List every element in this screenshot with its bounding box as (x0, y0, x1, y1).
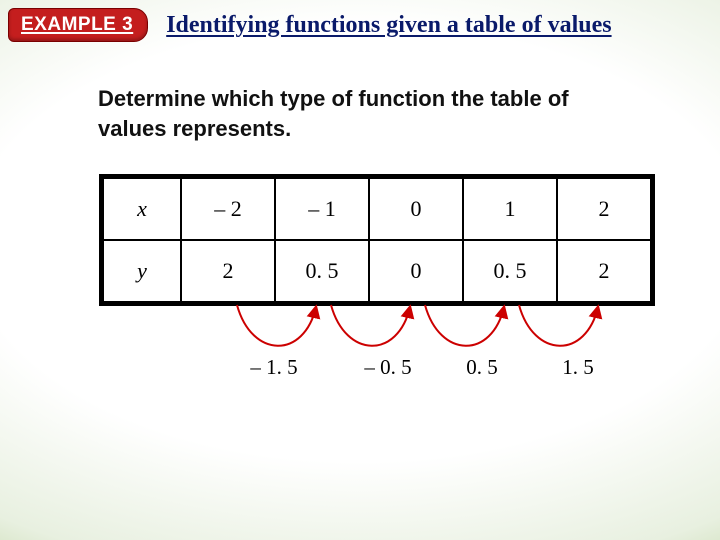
diff-value: – 0. 5 (364, 355, 411, 380)
table-row: y 2 0. 5 0 0. 5 2 (103, 240, 651, 302)
header: EXAMPLE 3 Identifying functions given a … (0, 0, 720, 48)
cell: 0 (369, 240, 463, 302)
cell: – 1 (275, 178, 369, 240)
table-wrap: x – 2 – 1 0 1 2 y 2 0. 5 0 0. 5 2 (102, 177, 650, 303)
row-label-y: y (103, 240, 181, 302)
diff-value: 0. 5 (466, 355, 498, 380)
diff-value: 1. 5 (562, 355, 594, 380)
cell: 0. 5 (275, 240, 369, 302)
cell: 2 (181, 240, 275, 302)
page-title: Identifying functions given a table of v… (166, 12, 611, 39)
prompt-text: Determine which type of function the tab… (98, 84, 638, 143)
cell: 1 (463, 178, 557, 240)
cell: 0 (369, 178, 463, 240)
example-pill: EXAMPLE 3 (8, 8, 148, 42)
cell: 0. 5 (463, 240, 557, 302)
table-row: x – 2 – 1 0 1 2 (103, 178, 651, 240)
content: Determine which type of function the tab… (0, 48, 720, 381)
row-label-x: x (103, 178, 181, 240)
values-table: x – 2 – 1 0 1 2 y 2 0. 5 0 0. 5 2 (102, 177, 652, 303)
cell: 2 (557, 178, 651, 240)
differences-row: – 1. 5 – 0. 5 0. 5 1. 5 (102, 355, 650, 381)
diff-value: – 1. 5 (250, 355, 297, 380)
cell: 2 (557, 240, 651, 302)
cell: – 2 (181, 178, 275, 240)
